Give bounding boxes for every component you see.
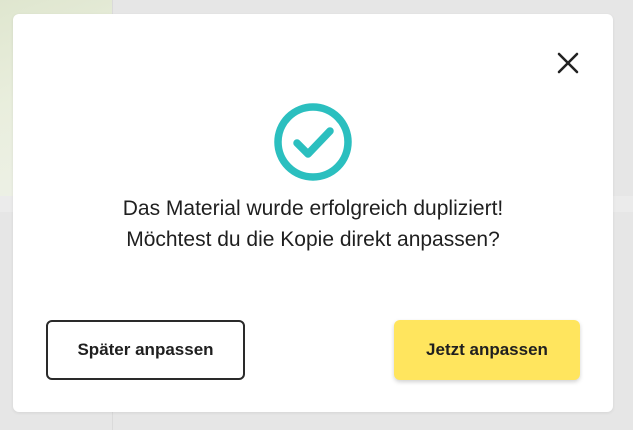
close-button[interactable] [553,48,583,78]
close-icon [557,52,579,74]
duplicate-success-dialog: Das Material wurde erfolgreich duplizier… [13,14,613,412]
check-circle-icon [274,103,352,181]
adjust-later-button[interactable]: Später anpassen [46,320,245,380]
success-message-line-2: Möchtest du die Kopie direkt anpassen? [126,228,500,251]
adjust-now-button[interactable]: Jetzt anpassen [394,320,580,380]
success-message: Das Material wurde erfolgreich duplizier… [13,193,613,255]
success-message-line-1: Das Material wurde erfolgreich duplizier… [122,197,504,220]
